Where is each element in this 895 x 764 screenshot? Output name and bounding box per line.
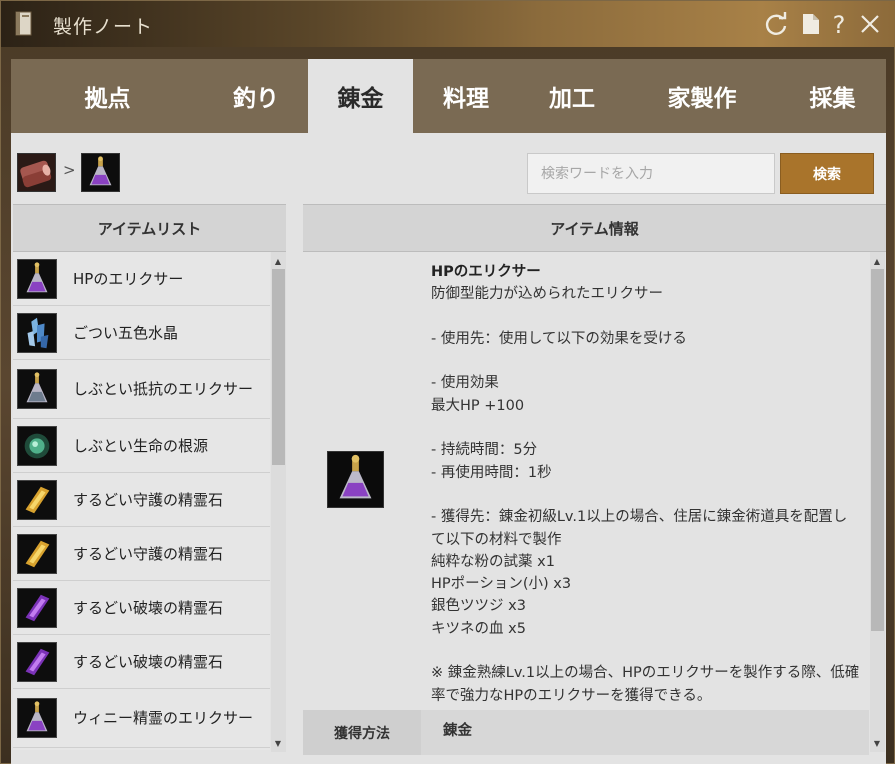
list-item-label: するどい守護の精霊石: [73, 544, 224, 563]
list-item-label: するどい破壊の精霊石: [73, 652, 224, 671]
list-item[interactable]: しぶとい抵抗のエリクサー: [13, 360, 270, 419]
refresh-icon[interactable]: [763, 11, 789, 37]
list-item[interactable]: するどい破壊の精霊石: [13, 581, 270, 635]
list-item-label: HPのエリクサー: [73, 269, 184, 288]
item-usage: - 使用先：使用して以下の効果を受ける: [431, 330, 687, 347]
grey-elixir-icon: [17, 369, 57, 409]
search-input[interactable]: [527, 153, 775, 194]
item-description: 防御型能力が込められたエリクサー: [431, 286, 663, 303]
list-item[interactable]: ごつい五色水晶: [13, 306, 270, 360]
item-duration: - 持続時間：5分: [431, 442, 538, 459]
scroll-up-icon[interactable]: ▲: [272, 257, 284, 266]
item-list: HPのエリクサー ごつい五色水晶 しぶとい抵抗のエリクサー しぶとい生命の根源: [13, 252, 270, 750]
item-list-scroll-thumb[interactable]: [272, 269, 285, 465]
gold-spirit-stone-icon: [17, 480, 57, 520]
purple-spirit-stone-icon: [17, 642, 57, 682]
search-button[interactable]: 検索: [780, 153, 874, 194]
notebook-icon: [15, 11, 32, 36]
item-effect: 最大HP +100: [431, 397, 525, 414]
purple-elixir-icon: [327, 451, 384, 508]
purple-elixir-icon[interactable]: [81, 153, 120, 192]
item-effect-title: - 使用効果: [431, 375, 499, 392]
tab-gathering[interactable]: 採集: [779, 59, 886, 133]
crafting-note-window: 製作ノート ? 拠点 釣り 錬金 料理 加工 家製作 採集 > 検索ワードを入力…: [0, 0, 895, 764]
item-material: HPポーション(小) x3: [431, 576, 572, 593]
purple-spirit-stone-icon: [17, 588, 57, 628]
list-item[interactable]: するどい破壊の精霊石: [13, 635, 270, 689]
list-item[interactable]: するどい守護の精霊石: [13, 473, 270, 527]
item-material: キツネの血 x5: [431, 620, 526, 637]
item-note: ※ 錬金熟練Lv.1以上の場合、HPのエリクサーを製作する際、低確率で強力なHP…: [431, 665, 860, 704]
green-orb-icon: [17, 426, 57, 466]
svg-text:?: ?: [833, 11, 846, 37]
scroll-down-icon[interactable]: ▼: [272, 739, 284, 748]
title-bar[interactable]: 製作ノート ?: [1, 1, 895, 47]
meat-icon[interactable]: [17, 153, 56, 192]
tab-processing[interactable]: 加工: [519, 59, 625, 133]
document-icon[interactable]: [798, 11, 824, 37]
item-acquisition: - 獲得先：錬金初級Lv.1以上の場合、住居に錬金術道具を配置して以下の材料で製…: [431, 509, 848, 548]
list-item-label: ウィニー精霊のエリクサー: [73, 709, 254, 727]
list-item-label: しぶとい生命の根源: [73, 436, 209, 455]
item-cooldown: - 再使用時間：1秒: [431, 464, 552, 481]
crystal-icon: [17, 313, 57, 353]
list-item[interactable]: するどい守護の精霊石: [13, 527, 270, 581]
purple-elixir-icon: [17, 259, 57, 299]
tab-house-crafting[interactable]: 家製作: [625, 59, 779, 133]
list-item-label: するどい破壊の精霊石: [73, 598, 224, 617]
close-icon[interactable]: [857, 11, 883, 37]
item-info-scroll-thumb[interactable]: [871, 269, 884, 631]
item-info-header: アイテム情報: [303, 204, 886, 252]
list-item-label: しぶとい抵抗のエリクサー: [73, 380, 254, 398]
item-list-header: アイテムリスト: [13, 204, 286, 252]
item-name: HPのエリクサー: [431, 264, 541, 280]
acquire-method-value: 錬金: [443, 723, 472, 739]
category-tabs: 拠点 釣り 錬金 料理 加工 家製作 採集: [11, 59, 886, 133]
list-item-label: するどい守護の精霊石: [73, 490, 224, 509]
purple-elixir-icon: [17, 698, 57, 738]
item-material: 純粋な粉の試薬 x1: [431, 553, 555, 570]
window-title: 製作ノート: [53, 16, 154, 38]
acquire-method-label: 獲得方法: [303, 710, 421, 755]
breadcrumb-separator: >: [63, 161, 76, 179]
list-item[interactable]: しぶとい生命の根源: [13, 419, 270, 473]
item-material: 銀色ツツジ x3: [431, 598, 526, 615]
item-info-text: HPのエリクサー防御型能力が込められたエリクサー - 使用先：使用して以下の効果…: [431, 261, 861, 707]
help-icon[interactable]: ?: [826, 11, 852, 37]
list-item-label: ごつい五色水晶: [73, 323, 179, 342]
list-item[interactable]: ウィニー精霊のエリクサー: [13, 689, 270, 748]
tab-fishing[interactable]: 釣り: [204, 59, 308, 133]
scroll-up-icon[interactable]: ▲: [871, 257, 883, 266]
tab-alchemy[interactable]: 錬金: [308, 59, 413, 133]
gold-spirit-stone-icon: [17, 534, 57, 574]
list-item[interactable]: HPのエリクサー: [13, 252, 270, 306]
tab-base[interactable]: 拠点: [11, 59, 204, 133]
tab-cooking[interactable]: 料理: [413, 59, 519, 133]
scroll-down-icon[interactable]: ▼: [871, 739, 883, 748]
